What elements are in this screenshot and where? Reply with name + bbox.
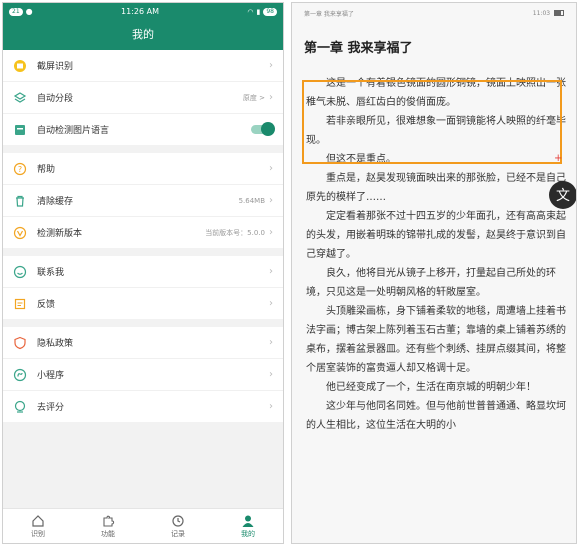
version-icon bbox=[13, 226, 27, 240]
paragraph: 这少年与他同名同姓。但与他前世普普通通、略显坎坷的人生相比，这位生活在大明的小 bbox=[306, 401, 566, 431]
settings-row-label: 自动分段 bbox=[37, 94, 74, 104]
settings-row[interactable]: 截屏识别 › bbox=[3, 50, 283, 82]
help-icon: ? bbox=[13, 162, 27, 176]
settings-row[interactable]: 检测新版本 当前版本号：5.0.0 › bbox=[3, 217, 283, 248]
auto-detect-toggle[interactable] bbox=[251, 122, 275, 136]
selection-box[interactable] bbox=[302, 80, 562, 164]
paragraph: 头顶雕梁画栋，身下铺着柔软的地毯，周遭墙上挂着书法字画；博古架上陈列着玉石古董；… bbox=[306, 306, 566, 374]
contact-icon bbox=[13, 265, 27, 279]
battery-icon bbox=[554, 10, 564, 16]
feedback-icon bbox=[13, 297, 27, 311]
settings-group: 联系我 › 反馈 › bbox=[3, 256, 283, 319]
settings-row-label: 小程序 bbox=[37, 371, 65, 381]
screenshot-icon bbox=[13, 59, 27, 73]
chapter-title: 第一章 我来享福了 bbox=[304, 41, 413, 56]
settings-row-label: 联系我 bbox=[37, 268, 65, 278]
tab-history[interactable]: 记录 bbox=[143, 509, 213, 543]
chevron-right-icon: › bbox=[269, 298, 273, 309]
reader-screen: 第一章 我来享福了 11:03 第一章 我来享福了 这是一个有着银色镜面的圆形铜… bbox=[291, 2, 577, 544]
settings-row-label: 清除缓存 bbox=[37, 197, 74, 207]
tab-label: 识别 bbox=[31, 529, 45, 538]
privacy-icon bbox=[13, 336, 27, 350]
settings-row-value: 5.64MB bbox=[238, 196, 265, 205]
chevron-right-icon: › bbox=[269, 60, 273, 71]
settings-row-label: 去评分 bbox=[37, 403, 65, 413]
chevron-right-icon: › bbox=[269, 92, 273, 103]
translate-button[interactable]: 文 bbox=[549, 181, 576, 209]
paragraph: 良久，他将目光从镜子上移开，打量起自己所处的环境，只见这是一处明朝风格的轩敞屋室… bbox=[306, 268, 556, 298]
paragraph: 定定看着那张不过十四五岁的少年面孔，还有高高束起的头发，用嵌着明珠的锦带扎成的发… bbox=[306, 211, 566, 260]
settings-row-value: 原度 > bbox=[242, 93, 265, 102]
settings-row-label: 反馈 bbox=[37, 300, 56, 310]
signal-icon: ▮ bbox=[256, 7, 261, 16]
settings-row[interactable]: 小程序 › bbox=[3, 359, 283, 391]
svg-text:?: ? bbox=[18, 165, 22, 174]
settings-row-label: 帮助 bbox=[37, 165, 56, 175]
settings-group: 截屏识别 › 自动分段 原度 > › 自动检测图片语言 bbox=[3, 50, 283, 145]
person-icon bbox=[242, 515, 254, 527]
settings-row[interactable]: 隐私政策 › bbox=[3, 327, 283, 359]
rate-icon bbox=[13, 400, 27, 414]
settings-group: ? 帮助 › 清除缓存 5.64MB › 检测新版本 当前版本号：5.0.0 › bbox=[3, 153, 283, 248]
settings-row-label: 隐私政策 bbox=[37, 339, 74, 349]
tab-label: 记录 bbox=[171, 529, 185, 538]
home-icon bbox=[32, 514, 44, 527]
settings-row-label: 自动检测图片语言 bbox=[37, 126, 110, 136]
chevron-right-icon: › bbox=[269, 266, 273, 277]
settings-row[interactable]: 清除缓存 5.64MB › bbox=[3, 185, 283, 217]
settings-row[interactable]: 自动分段 原度 > › bbox=[3, 82, 283, 114]
settings-screen: 21 ● 11:26 AM ◠ ▮ 98 我的 截屏识别 › 自动分段 原度 > › 自动… bbox=[2, 2, 284, 544]
status-time: 11:26 AM bbox=[121, 7, 159, 16]
chevron-right-icon: › bbox=[269, 227, 273, 238]
tab-features[interactable]: 功能 bbox=[73, 509, 143, 543]
trash-icon bbox=[13, 194, 27, 208]
notification-badge: 21 bbox=[9, 7, 23, 16]
mini-program-icon bbox=[13, 368, 27, 382]
tab-label: 功能 bbox=[101, 529, 115, 538]
tab-label: 我的 bbox=[241, 529, 255, 538]
settings-row[interactable]: 联系我 › bbox=[3, 256, 283, 288]
settings-row[interactable]: 反馈 › bbox=[3, 288, 283, 319]
tab-recognize[interactable]: 识别 bbox=[3, 509, 73, 543]
wifi-icon: ◠ bbox=[247, 7, 254, 16]
chevron-right-icon: › bbox=[269, 369, 273, 380]
selection-handle[interactable]: + bbox=[554, 154, 562, 164]
image-language-icon bbox=[13, 123, 27, 137]
chevron-right-icon: › bbox=[269, 163, 273, 174]
battery-level: 98 bbox=[263, 7, 277, 16]
layers-icon bbox=[13, 91, 27, 105]
running-title: 第一章 我来享福了 bbox=[304, 10, 354, 18]
paragraph: 重点是，赵昊发现镜面映出来的那张脸，已经不是自己原先的模样了…… bbox=[306, 173, 566, 203]
settings-group: 隐私政策 › 小程序 › 去评分 › bbox=[3, 327, 283, 422]
chevron-right-icon: › bbox=[269, 401, 273, 412]
page-title: 我的 bbox=[3, 20, 283, 50]
status-bar: 21 ● 11:26 AM ◠ ▮ 98 bbox=[3, 3, 283, 20]
tab-mine[interactable]: 我的 bbox=[213, 509, 283, 543]
chevron-right-icon: › bbox=[269, 195, 273, 206]
settings-row-label: 截屏识别 bbox=[37, 62, 74, 72]
chevron-right-icon: › bbox=[269, 337, 273, 348]
settings-row-label: 检测新版本 bbox=[37, 229, 83, 239]
settings-row[interactable]: ? 帮助 › bbox=[3, 153, 283, 185]
bottom-tab-bar: 识别 功能 记录 我的 bbox=[3, 508, 283, 543]
settings-row[interactable]: 去评分 › bbox=[3, 391, 283, 422]
settings-row[interactable]: 自动检测图片语言 bbox=[3, 114, 283, 145]
reader-status-bar: 第一章 我来享福了 11:03 bbox=[292, 3, 576, 23]
puzzle-icon bbox=[103, 515, 115, 527]
notification-icon: ● bbox=[25, 7, 33, 16]
paragraph: 他已经变成了一个，生活在南京城的明朝少年！ bbox=[326, 382, 536, 393]
clock-icon bbox=[172, 514, 184, 527]
reader-time: 11:03 bbox=[532, 9, 551, 17]
settings-row-value: 当前版本号：5.0.0 bbox=[205, 228, 265, 237]
